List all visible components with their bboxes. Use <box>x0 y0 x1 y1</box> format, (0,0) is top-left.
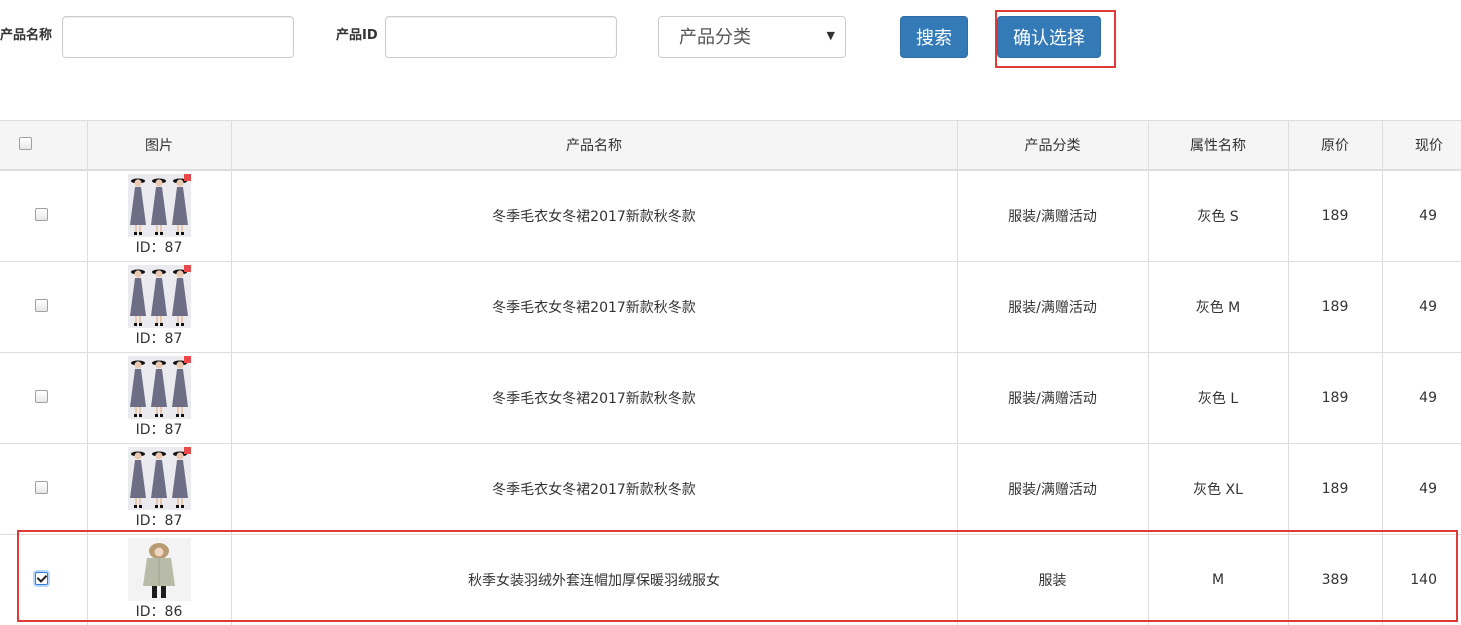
product-id-input[interactable] <box>385 16 617 58</box>
product-category-cell: 服装 <box>957 534 1149 625</box>
row-select-cell <box>0 443 88 535</box>
product-category-cell: 服装/满赠活动 <box>957 352 1149 444</box>
row-select-cell <box>0 261 88 353</box>
product-name-cell: 冬季毛衣女冬裙2017新款秋冬款 <box>231 170 958 262</box>
product-table: 图片 产品名称 产品分类 属性名称 原价 现价 ID：87 冬季毛衣女冬裙201… <box>0 120 1461 625</box>
original-price-cell: 189 <box>1288 170 1383 262</box>
row-select-cell <box>0 352 88 444</box>
product-image-cell: ID：87 <box>87 443 232 535</box>
product-category-cell: 服装/满赠活动 <box>957 170 1149 262</box>
product-id-text: ID：87 <box>135 422 183 438</box>
product-name-cell: 秋季女装羽绒外套连帽加厚保暖羽绒服女 <box>231 534 958 625</box>
row-select-cell <box>0 534 88 625</box>
current-price-cell: 49 <box>1382 170 1461 262</box>
current-price-cell: 140 <box>1382 534 1461 625</box>
product-category-cell: 服装/满赠活动 <box>957 261 1149 353</box>
table-row[interactable]: ID：87 冬季毛衣女冬裙2017新款秋冬款 服装/满赠活动 灰色 L 189 … <box>0 352 1461 444</box>
product-thumbnail <box>127 447 191 510</box>
row-checkbox[interactable] <box>35 389 48 403</box>
current-price-cell: 49 <box>1382 352 1461 444</box>
table-row[interactable]: ID：87 冬季毛衣女冬裙2017新款秋冬款 服装/满赠活动 灰色 XL 189… <box>0 443 1461 535</box>
select-all-cell <box>0 120 88 171</box>
product-attribute-cell: 灰色 XL <box>1148 443 1289 535</box>
table-header-row: 图片 产品名称 产品分类 属性名称 原价 现价 <box>0 120 1461 171</box>
select-all-checkbox[interactable] <box>19 136 32 150</box>
product-id-label: 产品ID <box>336 28 378 43</box>
product-id-text: ID：86 <box>135 604 183 620</box>
product-id-text: ID：87 <box>135 240 183 256</box>
table-row[interactable]: ID：87 冬季毛衣女冬裙2017新款秋冬款 服装/满赠活动 灰色 M 189 … <box>0 261 1461 353</box>
product-attribute-cell: M <box>1148 534 1289 625</box>
header-original-price: 原价 <box>1288 120 1383 171</box>
product-attribute-cell: 灰色 S <box>1148 170 1289 262</box>
row-select-cell <box>0 170 88 262</box>
product-category-cell: 服装/满赠活动 <box>957 443 1149 535</box>
current-price-cell: 49 <box>1382 261 1461 353</box>
product-image-cell: ID：87 <box>87 261 232 353</box>
category-select-value: 产品分类 <box>679 27 751 48</box>
product-select-page: 产品名称 产品ID 产品分类 ▼ 搜索 确认选择 图片 产品名称 产品分类 属性… <box>0 0 1461 625</box>
table-row[interactable]: ID：87 冬季毛衣女冬裙2017新款秋冬款 服装/满赠活动 灰色 S 189 … <box>0 170 1461 262</box>
product-name-cell: 冬季毛衣女冬裙2017新款秋冬款 <box>231 261 958 353</box>
search-button[interactable]: 搜索 <box>900 16 968 58</box>
product-thumbnail <box>127 356 191 419</box>
category-select[interactable]: 产品分类 ▼ <box>658 16 846 58</box>
product-thumbnail <box>127 174 191 237</box>
original-price-cell: 189 <box>1288 261 1383 353</box>
row-checkbox[interactable] <box>35 571 48 585</box>
product-image-cell: ID：87 <box>87 170 232 262</box>
original-price-cell: 189 <box>1288 443 1383 535</box>
product-id-text: ID：87 <box>135 331 183 347</box>
row-checkbox[interactable] <box>35 480 48 494</box>
product-image-cell: ID：87 <box>87 352 232 444</box>
product-name-cell: 冬季毛衣女冬裙2017新款秋冬款 <box>231 352 958 444</box>
current-price-cell: 49 <box>1382 443 1461 535</box>
product-thumbnail <box>127 538 191 601</box>
product-attribute-cell: 灰色 L <box>1148 352 1289 444</box>
header-category: 产品分类 <box>957 120 1149 171</box>
product-image-cell: ID：86 <box>87 534 232 625</box>
table-row[interactable]: ID：86 秋季女装羽绒外套连帽加厚保暖羽绒服女 服装 M 389 140 <box>0 534 1461 625</box>
header-product-name: 产品名称 <box>231 120 958 171</box>
product-name-input[interactable] <box>62 16 294 58</box>
product-name-cell: 冬季毛衣女冬裙2017新款秋冬款 <box>231 443 958 535</box>
product-attribute-cell: 灰色 M <box>1148 261 1289 353</box>
header-image: 图片 <box>87 120 232 171</box>
product-id-text: ID：87 <box>135 513 183 529</box>
header-attribute: 属性名称 <box>1148 120 1289 171</box>
product-name-label: 产品名称 <box>0 28 53 43</box>
row-checkbox[interactable] <box>35 298 48 312</box>
product-thumbnail <box>127 265 191 328</box>
original-price-cell: 189 <box>1288 352 1383 444</box>
confirm-selection-button[interactable]: 确认选择 <box>997 16 1101 58</box>
header-current-price: 现价 <box>1382 120 1461 171</box>
caret-down-icon: ▼ <box>826 29 835 42</box>
original-price-cell: 389 <box>1288 534 1383 625</box>
row-checkbox[interactable] <box>35 207 48 221</box>
